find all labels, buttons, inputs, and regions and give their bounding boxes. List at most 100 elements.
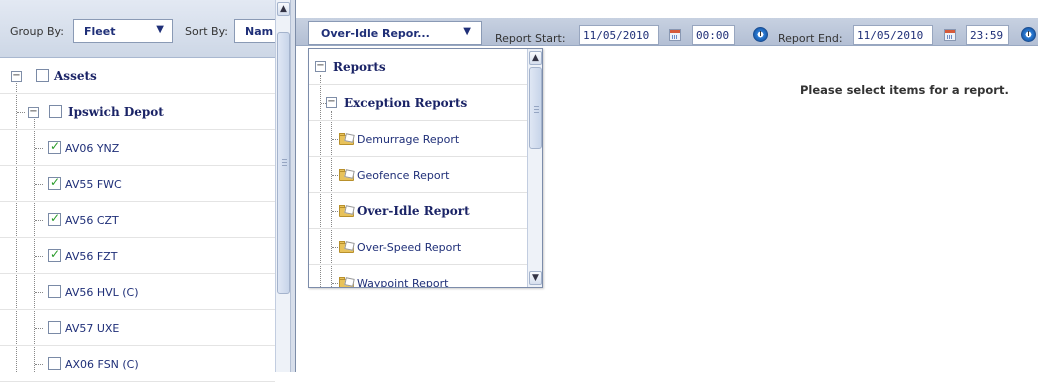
group-by-label: Group By: — [10, 25, 64, 38]
tree-line — [332, 247, 338, 248]
dropdown-scrollbar[interactable]: ▲ ▼ — [527, 49, 542, 287]
tree-line — [35, 328, 43, 329]
asset-label[interactable]: AX06 FSN (C) — [65, 358, 139, 371]
report-item-label[interactable]: Demurrage Report — [357, 133, 459, 146]
ipswich-depot-checkbox[interactable] — [49, 105, 62, 118]
report-end-date-input[interactable]: 11/05/2010 — [853, 25, 933, 45]
asset-label[interactable]: AV56 FZT — [65, 250, 117, 263]
tree-row-asset: AV56 HVL (C) — [0, 274, 275, 310]
clock-icon[interactable] — [753, 27, 768, 42]
exception-reports-label[interactable]: Exception Reports — [344, 96, 467, 110]
grip-line — [534, 112, 539, 113]
asset-checkbox[interactable] — [48, 321, 61, 334]
tree-line — [332, 139, 338, 140]
tree-line — [35, 220, 43, 221]
group-by-value: Fleet — [84, 25, 116, 38]
dropdown-row-report[interactable]: Geofence Report — [309, 157, 527, 193]
tree-line — [35, 364, 43, 365]
calendar-icon[interactable] — [669, 29, 681, 41]
tree-line — [332, 211, 338, 212]
asset-checkbox[interactable] — [48, 211, 61, 226]
tree-line — [35, 256, 43, 257]
report-folder-icon — [339, 169, 356, 181]
asset-label[interactable]: AV56 CZT — [65, 214, 119, 227]
scroll-down-icon[interactable]: ▼ — [529, 271, 542, 285]
calendar-icon[interactable] — [944, 29, 956, 41]
report-folder-icon — [339, 241, 356, 253]
report-folder-icon — [339, 205, 356, 217]
report-item-label[interactable]: Geofence Report — [357, 169, 449, 182]
asset-checkbox[interactable] — [48, 285, 61, 298]
report-start-date-input[interactable]: 11/05/2010 — [579, 25, 659, 45]
scroll-up-icon[interactable]: ▲ — [277, 2, 290, 16]
group-by-select[interactable]: Fleet ▼ — [73, 19, 173, 43]
report-type-value: Over-Idle Repor... — [321, 27, 430, 40]
dropdown-row-report[interactable]: Over-Speed Report — [309, 229, 527, 265]
scroll-thumb[interactable] — [277, 32, 290, 294]
tree-row-asset: AV55 FWC — [0, 166, 275, 202]
asset-panel: Group By: Fleet ▼ Sort By: Nam − Assets … — [0, 0, 290, 382]
dropdown-row-report[interactable]: Waypoint Report — [309, 265, 527, 287]
reports-root-label[interactable]: Reports — [333, 60, 386, 74]
report-item-label[interactable]: Waypoint Report — [357, 277, 448, 287]
tree-line — [35, 292, 43, 293]
asset-scrollbar[interactable]: ▲ — [275, 0, 290, 372]
dropdown-row-reports: − Reports — [309, 49, 527, 85]
tree-row-depot: − Ipswich Depot — [0, 94, 275, 130]
grip-line — [282, 159, 287, 160]
tree-row-asset: AV57 UXE — [0, 310, 275, 346]
tree-line — [17, 112, 25, 113]
minus-box-icon[interactable]: − — [28, 107, 39, 118]
minus-box-icon[interactable]: − — [315, 61, 326, 72]
report-folder-icon — [339, 277, 356, 287]
asset-label[interactable]: AV55 FWC — [65, 178, 122, 191]
grip-line — [282, 162, 287, 163]
report-end-time-input[interactable]: 23:59 — [966, 25, 1009, 45]
chevron-down-icon: ▼ — [156, 24, 164, 35]
report-type-select[interactable]: Over-Idle Repor... ▼ — [308, 21, 482, 45]
report-start-label: Report Start: — [495, 32, 566, 45]
clock-icon[interactable] — [1021, 27, 1036, 42]
report-type-dropdown: − Reports − Exception Reports Demurrage … — [308, 48, 543, 288]
asset-label[interactable]: AV56 HVL (C) — [65, 286, 139, 299]
tree-row-root: − Assets — [0, 58, 275, 94]
minus-box-icon[interactable]: − — [326, 97, 337, 108]
sort-by-select[interactable]: Nam — [234, 19, 275, 43]
assets-root-label[interactable]: Assets — [54, 69, 97, 83]
ipswich-depot-label[interactable]: Ipswich Depot — [68, 105, 164, 119]
scroll-up-icon[interactable]: ▲ — [529, 51, 542, 65]
asset-checkbox[interactable] — [48, 247, 61, 262]
dropdown-row-exception-reports: − Exception Reports — [309, 85, 527, 121]
tree-line — [35, 184, 43, 185]
chevron-down-icon: ▼ — [463, 26, 471, 37]
tree-line — [35, 148, 43, 149]
asset-checkbox[interactable] — [48, 139, 61, 154]
tree-line — [332, 283, 338, 284]
tree-row-asset: AV56 CZT — [0, 202, 275, 238]
asset-tree: − Assets − Ipswich Depot AV06 YNZ AV55 FW… — [0, 58, 275, 382]
tree-row-asset: AV56 FZT — [0, 238, 275, 274]
scroll-thumb[interactable] — [529, 67, 542, 149]
report-folder-icon — [339, 133, 356, 145]
grip-line — [534, 109, 539, 110]
dropdown-row-report[interactable]: Over-Idle Report — [309, 193, 527, 229]
report-end-label: Report End: — [778, 32, 843, 45]
tree-row-asset: AV06 YNZ — [0, 130, 275, 166]
asset-checkbox[interactable] — [48, 175, 61, 190]
report-item-label[interactable]: Over-Idle Report — [357, 204, 470, 218]
report-start-time-input[interactable]: 00:00 — [692, 25, 735, 45]
empty-report-message: Please select items for a report. — [800, 83, 1009, 97]
grip-line — [282, 165, 287, 166]
dropdown-row-report[interactable]: Demurrage Report — [309, 121, 527, 157]
asset-label[interactable]: AV57 UXE — [65, 322, 119, 335]
sort-by-value: Nam — [245, 25, 274, 38]
minus-box-icon[interactable]: − — [11, 71, 22, 82]
asset-checkbox[interactable] — [48, 357, 61, 370]
asset-toolbar: Group By: Fleet ▼ Sort By: Nam — [0, 0, 290, 58]
report-item-label[interactable]: Over-Speed Report — [357, 241, 461, 254]
tree-line — [332, 175, 338, 176]
tree-row-asset: AX06 FSN (C) — [0, 346, 275, 382]
assets-checkbox[interactable] — [36, 69, 49, 82]
sort-by-label: Sort By: — [185, 25, 229, 38]
asset-label[interactable]: AV06 YNZ — [65, 142, 119, 155]
